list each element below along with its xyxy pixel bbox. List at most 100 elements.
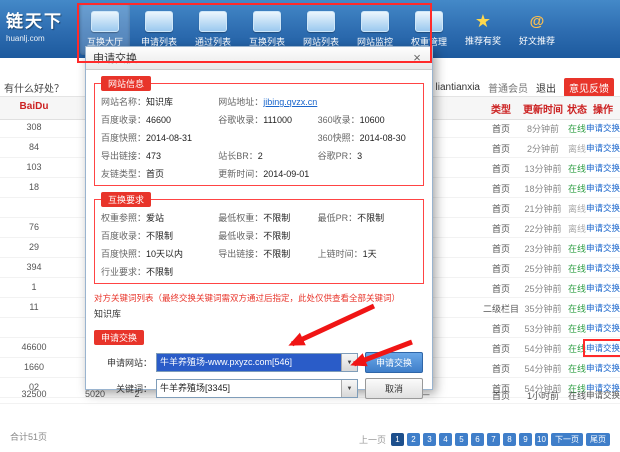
- field: 360快照：2014-08-30: [318, 131, 417, 144]
- field: 更新时间：2014-09-01: [218, 167, 317, 180]
- field-value: 2014-08-30: [360, 133, 406, 143]
- cell-status: 在线: [566, 162, 588, 175]
- page-button-2[interactable]: 2: [407, 433, 420, 446]
- cell-baidu-count: 103: [10, 162, 58, 172]
- dropdown-arrow-icon[interactable]: [341, 380, 357, 397]
- field-label: 谷歌PR：: [318, 151, 358, 161]
- field-value: 111000: [263, 115, 292, 125]
- next-page-button[interactable]: 下一页: [551, 433, 583, 446]
- dialog-titlebar[interactable]: 申请交换 ×: [86, 47, 432, 70]
- apply-exchange-link[interactable]: 申请交换: [586, 202, 620, 214]
- nav-item-推荐有奖[interactable]: ★推荐有奖: [458, 3, 508, 55]
- apply-exchange-dialog: 申请交换 × 网站信息 网站名称：知识库网站地址：jibing.qvzx.cn百…: [85, 46, 433, 390]
- field-value: 不限制: [263, 213, 290, 223]
- page-button-8[interactable]: 8: [503, 433, 516, 446]
- at-icon: @: [524, 12, 550, 31]
- cell-status: 在线: [566, 242, 588, 255]
- cancel-button[interactable]: 取消: [365, 378, 423, 399]
- cell-type: 首页: [482, 342, 520, 355]
- field: 权重参照：爱站: [101, 211, 218, 224]
- field-value: 46600: [146, 115, 171, 125]
- feedback-button[interactable]: 意见反馈: [564, 78, 614, 97]
- cell-status: 离线: [566, 222, 588, 235]
- logout-link[interactable]: 退出: [536, 80, 556, 95]
- cell-updated: 21分钟前: [520, 202, 566, 215]
- page-button-7[interactable]: 7: [487, 433, 500, 446]
- close-icon[interactable]: ×: [409, 50, 425, 66]
- site-logo[interactable]: 链天下 huanlj.com: [6, 7, 63, 43]
- header-status: 状态: [566, 101, 588, 116]
- apply-keyword-select[interactable]: 牛羊养殖场[3345]: [156, 379, 358, 398]
- field: 360收录：10600: [318, 113, 417, 126]
- requirements-section: 互换要求 权重参照：爱站最低权重：不限制最低PR：不限制百度收录：不限制最低收录…: [94, 199, 424, 284]
- cell-type: 首页: [482, 222, 520, 235]
- cell-type: 首页: [482, 282, 520, 295]
- field-value: 不限制: [146, 231, 173, 241]
- page-button-6[interactable]: 6: [471, 433, 484, 446]
- apply-exchange-link[interactable]: 申请交换: [586, 162, 620, 174]
- field: 百度收录：46600: [101, 113, 218, 126]
- cell-status: 在线: [566, 362, 588, 375]
- cell-updated: 25分钟前: [520, 282, 566, 295]
- field-value: 3: [357, 151, 362, 161]
- submit-apply-button[interactable]: 申请交换: [365, 352, 423, 373]
- apply-exchange-link[interactable]: 申请交换: [586, 182, 620, 194]
- field-label: 网站名称：: [101, 97, 146, 107]
- dropdown-arrow-icon[interactable]: [341, 354, 357, 371]
- apply-exchange-link[interactable]: 申请交换: [586, 142, 620, 154]
- apply-exchange-link[interactable]: 申请交换: [586, 342, 620, 354]
- cell-type: 首页: [482, 162, 520, 175]
- prev-page-link[interactable]: 上一页: [359, 433, 386, 446]
- apply-site-select[interactable]: 牛羊养殖场-www.pxyzc.com[546]: [156, 353, 358, 372]
- field-label: 最低PR：: [318, 213, 358, 223]
- cell-baidu-count: 46600: [10, 342, 58, 352]
- field-label: 最低权重：: [218, 213, 263, 223]
- field-label: 友链类型：: [101, 169, 146, 179]
- apply-exchange-link[interactable]: 申请交换: [586, 389, 620, 401]
- page-button-1[interactable]: 1: [391, 433, 404, 446]
- benefits-link[interactable]: 有什么好处？: [4, 80, 64, 95]
- cell-baidu-count: 76: [10, 222, 58, 232]
- apply-exchange-link[interactable]: 申请交换: [586, 222, 620, 234]
- apply-keyword-row: 关键词： 牛羊养殖场[3345] 取消: [94, 378, 424, 399]
- apply-exchange-link[interactable]: 申请交换: [586, 322, 620, 334]
- field-label: 上链时间：: [318, 249, 363, 259]
- last-page-button[interactable]: 尾页: [586, 433, 610, 446]
- field: 百度收录：不限制: [101, 229, 218, 242]
- field-value[interactable]: jibing.qvzx.cn: [263, 97, 317, 107]
- star-icon: ★: [470, 12, 496, 31]
- apply-exchange-link[interactable]: 申请交换: [586, 302, 620, 314]
- field-label: 百度收录：: [101, 231, 146, 241]
- keywords-value: 知识库: [94, 307, 424, 320]
- page-button-3[interactable]: 3: [423, 433, 436, 446]
- field: 导出链接：473: [101, 149, 218, 162]
- page-button-9[interactable]: 9: [519, 433, 532, 446]
- header-type: 类型: [482, 101, 520, 116]
- cell-status: 离线: [566, 202, 588, 215]
- logo-domain: huanlj.com: [6, 34, 63, 43]
- field-value: 2014-09-01: [263, 169, 309, 179]
- page-button-10[interactable]: 10: [535, 433, 548, 446]
- nav-item-好文推荐[interactable]: @好文推荐: [512, 3, 562, 55]
- site-info-label: 网站信息: [101, 76, 151, 91]
- monitor-icon: [253, 11, 281, 32]
- page-button-5[interactable]: 5: [455, 433, 468, 446]
- cell-type: 首页: [482, 182, 520, 195]
- pagination-pages: 12345678910: [391, 433, 548, 446]
- cell-updated: 54分钟前: [520, 342, 566, 355]
- cell-baidu-count: 11: [10, 302, 58, 312]
- header-action: 操作: [586, 101, 620, 116]
- apply-exchange-link[interactable]: 申请交换: [586, 122, 620, 134]
- field-label: 行业要求：: [101, 267, 146, 277]
- cell-type: 首页: [482, 122, 520, 135]
- field: [218, 265, 317, 278]
- requirements-grid: 权重参照：爱站最低权重：不限制最低PR：不限制百度收录：不限制最低收录：不限制百…: [101, 211, 417, 278]
- header-baidu: BaiDu: [10, 101, 58, 112]
- apply-exchange-link[interactable]: 申请交换: [586, 282, 620, 294]
- apply-exchange-link[interactable]: 申请交换: [586, 262, 620, 274]
- page-button-4[interactable]: 4: [439, 433, 452, 446]
- apply-exchange-link[interactable]: 申请交换: [586, 362, 620, 374]
- apply-exchange-link[interactable]: 申请交换: [586, 242, 620, 254]
- cell-updated: 23分钟前: [520, 242, 566, 255]
- field: [318, 229, 417, 242]
